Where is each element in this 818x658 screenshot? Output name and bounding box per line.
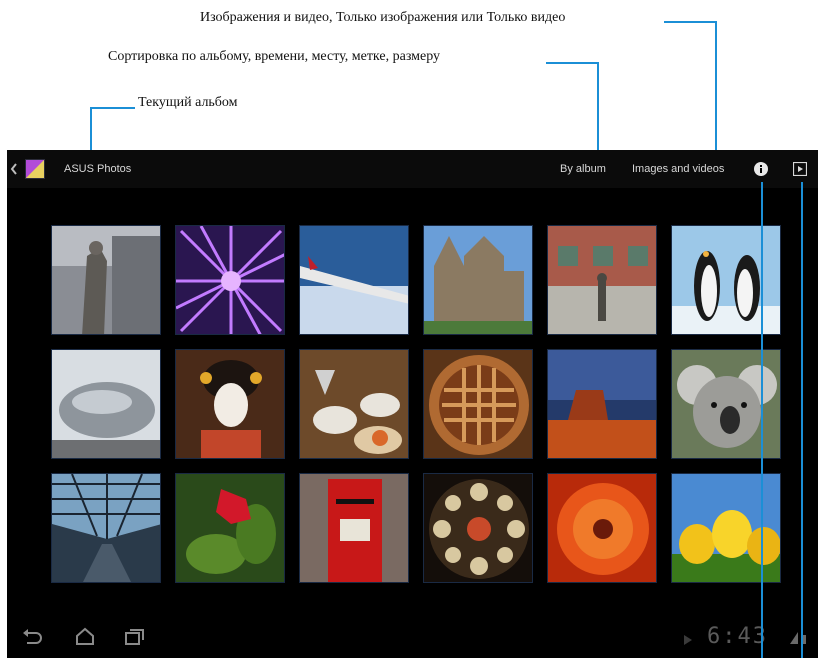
- photo-image: [52, 350, 160, 458]
- back-button[interactable]: [9, 150, 19, 188]
- photo-thumb-red-postbox[interactable]: [299, 473, 409, 583]
- annotation-current-album: Текущий альбом: [138, 95, 238, 110]
- home-icon: [76, 627, 94, 645]
- photo-image: [672, 226, 780, 334]
- callout-line-album-h: [91, 107, 135, 109]
- annotation-sort-by: Сортировка по альбому, времени, месту, м…: [108, 49, 441, 64]
- action-bar: ASUS Photos By album Images and videos: [7, 150, 818, 188]
- callout-line-slideshow-v: [801, 182, 803, 658]
- photo-thumb-desert-mesa[interactable]: [547, 349, 657, 459]
- status-clock: 6:43: [707, 624, 768, 649]
- photo-image: [300, 350, 408, 458]
- system-nav-bar: 6:43: [7, 618, 818, 658]
- nav-home-button[interactable]: [74, 626, 96, 650]
- photo-image: [548, 474, 656, 582]
- photo-image: [176, 226, 284, 334]
- photo-image: [300, 226, 408, 334]
- slideshow-button[interactable]: [793, 150, 807, 188]
- photo-thumb-rose-window[interactable]: [423, 473, 533, 583]
- photo-image: [424, 474, 532, 582]
- album-thumbnail-icon: [25, 159, 45, 179]
- album-title[interactable]: ASUS Photos: [64, 150, 131, 188]
- album-thumbnail[interactable]: [25, 150, 45, 188]
- photo-image: [548, 350, 656, 458]
- photo-image: [300, 474, 408, 582]
- callout-line-sort-v: [597, 62, 599, 159]
- annotation-media-filter: Изображения и видео, Только изображения …: [200, 10, 566, 25]
- chevron-left-icon: [10, 163, 17, 175]
- callout-line-info-v: [761, 182, 763, 658]
- photo-image: [176, 350, 284, 458]
- photo-thumb-glass-arcade[interactable]: [51, 473, 161, 583]
- photo-thumb-penguins[interactable]: [671, 225, 781, 335]
- back-icon: [23, 629, 42, 644]
- callout-line-sort-h: [546, 62, 598, 64]
- status-signal: [789, 629, 809, 649]
- photo-thumb-purple-flower[interactable]: [175, 225, 285, 335]
- photo-thumb-geisha[interactable]: [175, 349, 285, 459]
- callout-line-filter-v: [715, 21, 717, 159]
- info-icon: [754, 162, 768, 176]
- photo-image: [176, 474, 284, 582]
- slideshow-icon: [793, 162, 807, 176]
- photo-thumb-pie[interactable]: [423, 349, 533, 459]
- photo-image: [672, 350, 780, 458]
- photo-thumb-bean-sculpture[interactable]: [51, 349, 161, 459]
- photo-image: [52, 226, 160, 334]
- media-filter-button[interactable]: Images and videos: [632, 150, 724, 188]
- photo-image: [548, 226, 656, 334]
- play-indicator: [683, 631, 693, 650]
- photo-thumb-cathedral[interactable]: [423, 225, 533, 335]
- photo-thumb-orange-flower[interactable]: [547, 473, 657, 583]
- nav-back-button[interactable]: [21, 628, 43, 650]
- photo-image: [672, 474, 780, 582]
- photo-thumb-koala[interactable]: [671, 349, 781, 459]
- photo-image: [424, 226, 532, 334]
- recent-apps-icon: [125, 629, 144, 645]
- photo-thumb-statue[interactable]: [51, 225, 161, 335]
- photo-thumb-yellow-tulips[interactable]: [671, 473, 781, 583]
- photo-thumb-airplane-wing[interactable]: [299, 225, 409, 335]
- callout-line-filter-h: [664, 21, 716, 23]
- photo-thumb-dining-table[interactable]: [299, 349, 409, 459]
- gallery-screen: ASUS Photos By album Images and videos 6…: [7, 150, 818, 658]
- photo-image: [52, 474, 160, 582]
- photo-thumb-street-statue[interactable]: [547, 225, 657, 335]
- sort-by-album-button[interactable]: By album: [560, 150, 606, 188]
- wifi-icon: [790, 632, 806, 644]
- nav-recents-button[interactable]: [124, 627, 146, 651]
- play-icon: [684, 635, 692, 645]
- photo-thumb-red-flower[interactable]: [175, 473, 285, 583]
- photo-image: [424, 350, 532, 458]
